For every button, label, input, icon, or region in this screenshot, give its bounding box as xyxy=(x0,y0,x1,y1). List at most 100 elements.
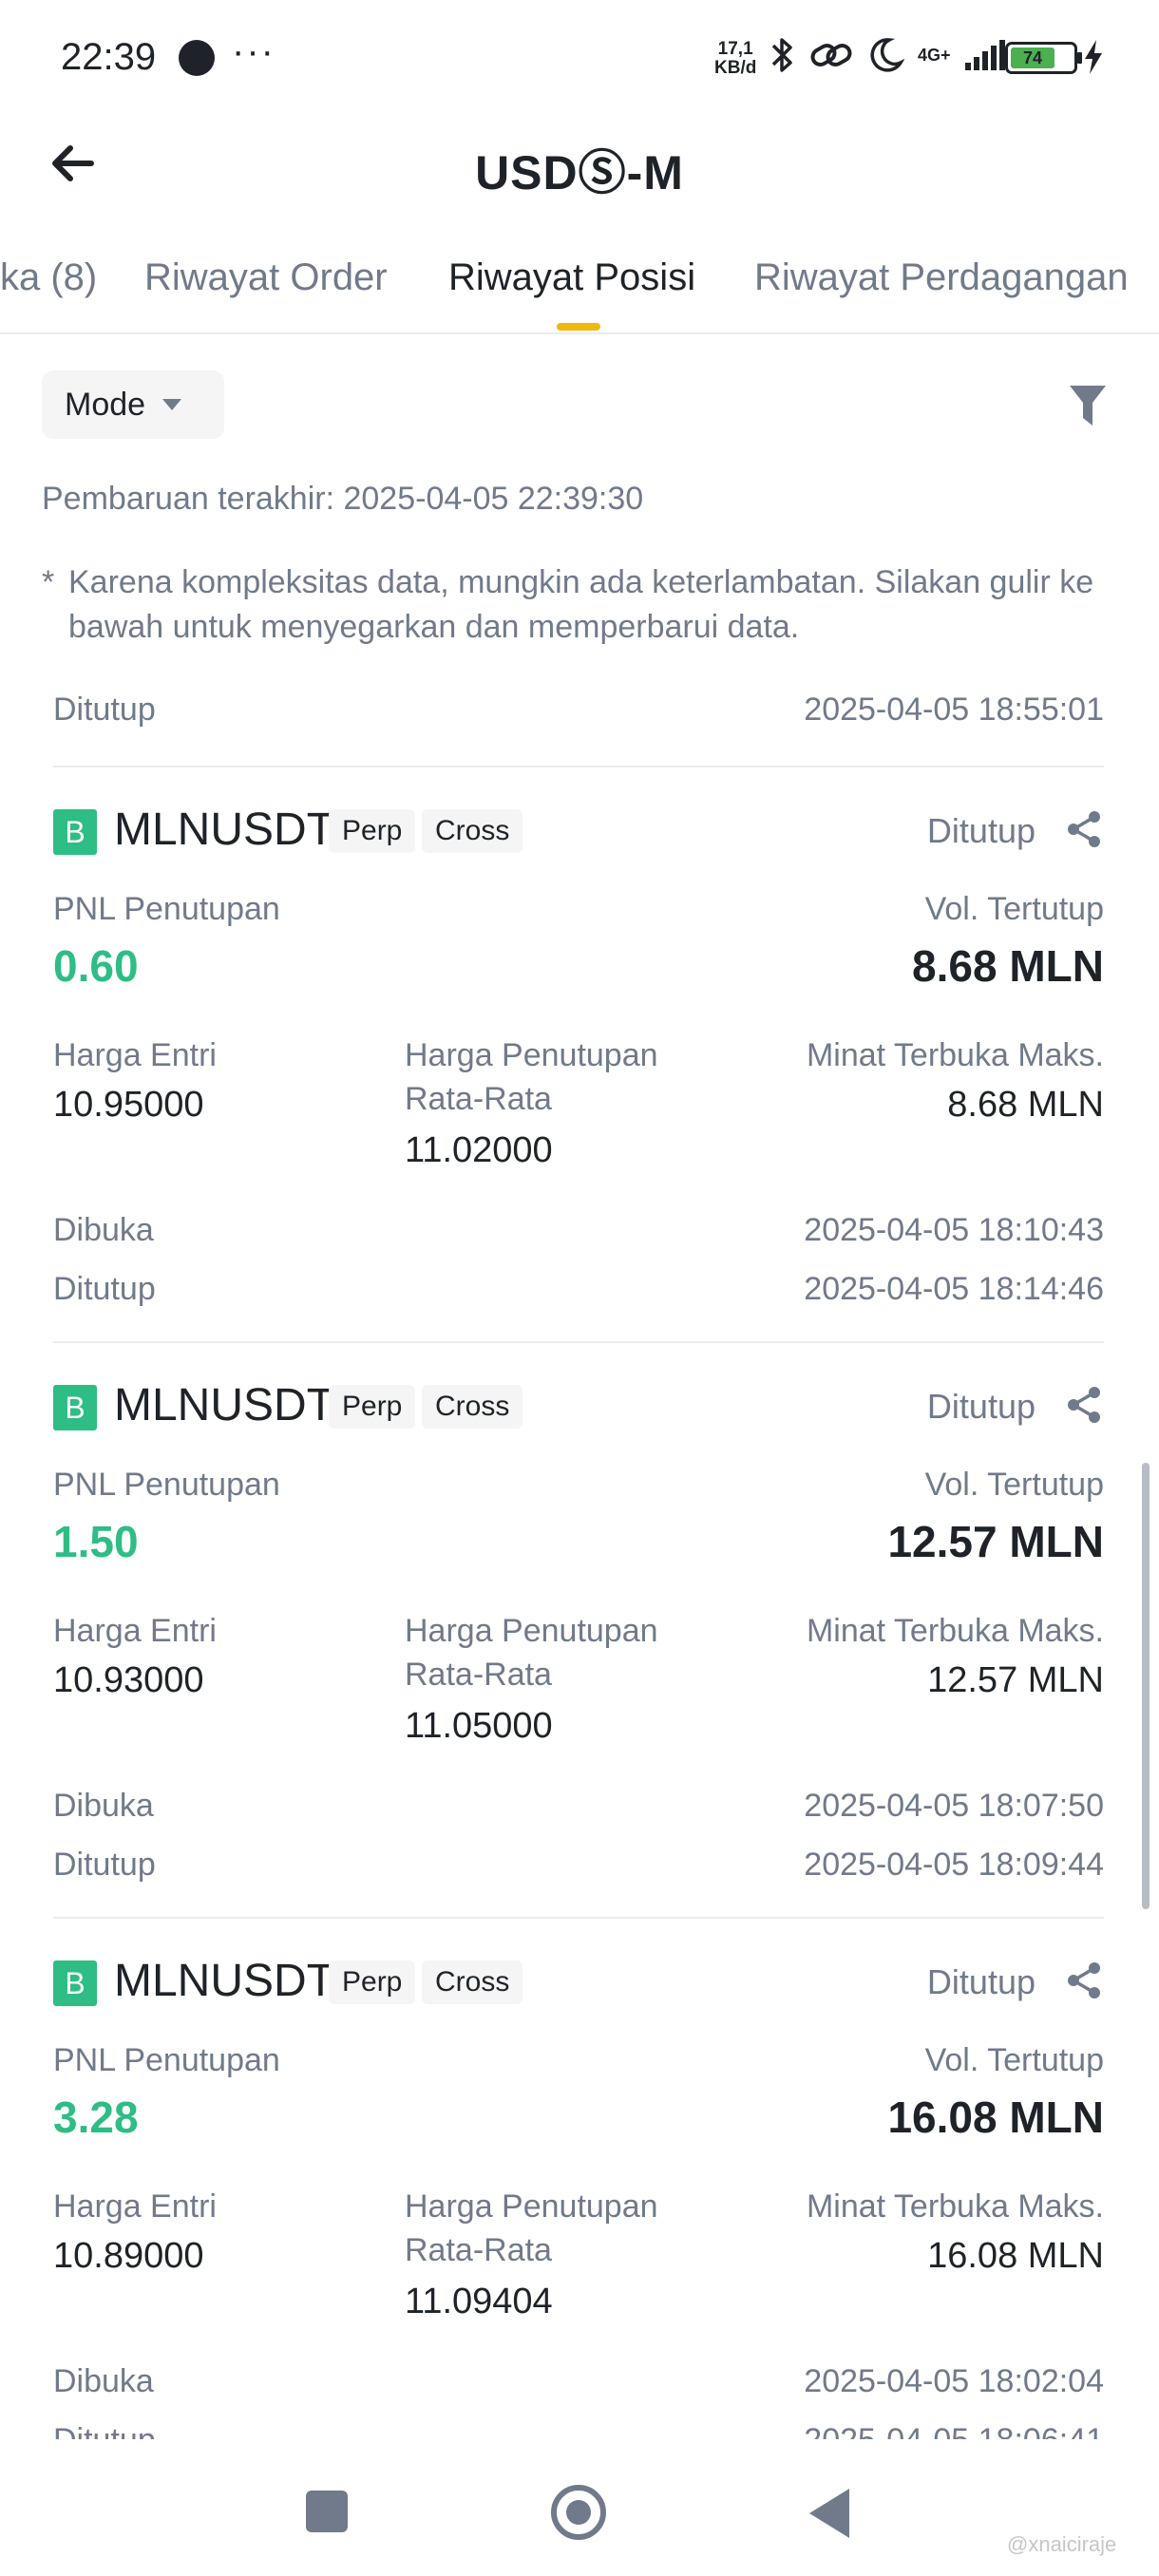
more-notifications-icon: ··· xyxy=(232,30,276,72)
pnl-value: 0.60 xyxy=(53,941,139,991)
notice-asterisk: * xyxy=(42,564,55,600)
position-status: Ditutup xyxy=(926,1962,1036,2001)
tab-open-orders[interactable]: ka (8) xyxy=(0,256,97,299)
closed-label: Ditutup xyxy=(53,1847,156,1883)
avg-close-label-line2: Rata-Rata xyxy=(405,1657,552,1693)
notification-dot-icon xyxy=(179,40,215,76)
cross-tag: Cross xyxy=(422,1960,523,2004)
entry-price-value: 10.89000 xyxy=(53,2236,204,2276)
recents-square-icon[interactable] xyxy=(306,2491,348,2532)
vol-value: 12.57 MLN xyxy=(887,1517,1104,1566)
previous-closed-label: Ditutup xyxy=(53,691,156,728)
symbol: MLNUSDT xyxy=(114,1956,335,2006)
share-icon[interactable] xyxy=(1064,809,1104,849)
closed-time: 2025-04-05 18:14:46 xyxy=(804,1271,1104,1307)
side-badge: B xyxy=(53,1960,97,2006)
notice-text: Karena kompleksitas data, mungkin ada ke… xyxy=(68,564,1094,645)
tab-order-history[interactable]: Riwayat Order xyxy=(144,256,388,299)
closed-time: 2025-04-05 18:06:41 xyxy=(804,2418,1104,2439)
app-header: USDⓈ-M xyxy=(0,114,1159,218)
avg-close-label: Harga Penutupan Rata-Rata xyxy=(405,2185,658,2272)
home-circle-icon[interactable] xyxy=(551,2485,606,2540)
avg-close-label: Harga Penutupan Rata-Rata xyxy=(405,1033,658,1121)
do-not-disturb-moon-icon xyxy=(870,38,904,72)
share-icon[interactable] xyxy=(1064,1385,1104,1425)
perp-tag: Perp xyxy=(329,809,416,853)
last-updated-text: Pembaruan terakhir: 2025-04-05 22:39:30 xyxy=(42,481,644,517)
card-divider xyxy=(53,1917,1104,1919)
tab-position-history[interactable]: Riwayat Posisi xyxy=(448,256,695,299)
position-card[interactable]: B MLNUSDT Perp Cross Ditutup PNL Penutup… xyxy=(53,1379,1104,1911)
max-oi-value: 12.57 MLN xyxy=(927,1660,1104,1700)
opened-time: 2025-04-05 18:07:50 xyxy=(804,1788,1104,1824)
opened-time: 2025-04-05 18:10:43 xyxy=(804,1212,1104,1248)
opened-label: Dibuka xyxy=(53,1788,154,1824)
vol-label: Vol. Tertutup xyxy=(924,2042,1104,2078)
status-icons: 4G+ xyxy=(770,36,1007,74)
opened-time: 2025-04-05 18:02:04 xyxy=(804,2363,1104,2399)
back-triangle-icon[interactable] xyxy=(809,2489,849,2538)
card-divider xyxy=(53,1341,1104,1343)
perp-tag: Perp xyxy=(329,1960,416,2004)
position-card-header: B MLNUSDT Perp Cross Ditutup xyxy=(53,804,1104,861)
position-card[interactable]: B MLNUSDT Perp Cross Ditutup PNL Penutup… xyxy=(53,804,1104,1335)
mode-dropdown[interactable]: Mode xyxy=(42,370,224,439)
max-oi-label: Minat Terbuka Maks. xyxy=(806,1037,1104,1073)
vol-value: 16.08 MLN xyxy=(887,2093,1104,2142)
link-icon xyxy=(810,44,852,66)
status-time: 22:39 xyxy=(61,36,157,78)
entry-price-value: 10.93000 xyxy=(53,1660,204,1700)
avg-close-label-line2: Rata-Rata xyxy=(405,2232,552,2268)
battery-level: 74 xyxy=(1011,47,1055,68)
caret-down-icon xyxy=(162,399,182,410)
max-oi-label: Minat Terbuka Maks. xyxy=(806,1613,1104,1649)
avg-close-value: 11.09404 xyxy=(405,2282,553,2321)
opened-label: Dibuka xyxy=(53,1212,154,1248)
vol-value: 8.68 MLN xyxy=(912,941,1104,991)
closed-label: Ditutup xyxy=(53,1271,156,1307)
signal-icon xyxy=(965,40,1005,70)
closed-time: 2025-04-05 18:09:44 xyxy=(804,1847,1104,1883)
network-speed: 17,1 KB/d xyxy=(714,40,756,78)
vol-label: Vol. Tertutup xyxy=(924,1467,1104,1503)
share-icon[interactable] xyxy=(1064,1960,1104,2000)
avg-close-label-line1: Harga Penutupan xyxy=(405,2188,658,2225)
mode-label: Mode xyxy=(65,386,146,423)
position-card-header: B MLNUSDT Perp Cross Ditutup xyxy=(53,1379,1104,1436)
network-speed-value: 17,1 xyxy=(717,39,753,59)
page-title: USDⓈ-M xyxy=(475,146,684,199)
scrollbar[interactable] xyxy=(1142,1463,1150,1909)
card-divider xyxy=(53,766,1104,767)
opened-label: Dibuka xyxy=(53,2363,154,2399)
avg-close-value: 11.05000 xyxy=(405,1706,553,1746)
symbol: MLNUSDT xyxy=(114,1380,335,1430)
avg-close-label-line1: Harga Penutupan xyxy=(405,1613,658,1649)
position-card[interactable]: B MLNUSDT Perp Cross Ditutup PNL Penutup… xyxy=(53,1955,1104,2439)
pnl-value: 1.50 xyxy=(53,1517,139,1566)
closed-label: Ditutup xyxy=(53,2418,156,2439)
avg-close-label: Harga Penutupan Rata-Rata xyxy=(405,1609,658,1696)
side-badge: B xyxy=(53,809,97,855)
avg-close-label-line1: Harga Penutupan xyxy=(405,1037,658,1073)
pnl-value: 3.28 xyxy=(53,2093,139,2142)
tab-trade-history[interactable]: Riwayat Perdagangan xyxy=(754,256,1129,299)
home-circle-inner xyxy=(566,2500,591,2525)
perp-tag: Perp xyxy=(329,1385,416,1429)
charging-bolt-icon xyxy=(1085,40,1102,74)
previous-closed-time: 2025-04-05 18:55:01 xyxy=(804,691,1104,728)
max-oi-value: 8.68 MLN xyxy=(947,1085,1104,1125)
avg-close-label-line2: Rata-Rata xyxy=(405,1081,552,1117)
side-badge: B xyxy=(53,1385,97,1430)
cross-tag: Cross xyxy=(422,809,523,853)
network-type: 4G+ xyxy=(918,46,951,65)
entry-price-label: Harga Entri xyxy=(53,2188,217,2225)
max-oi-label: Minat Terbuka Maks. xyxy=(806,2188,1104,2225)
filter-icon[interactable] xyxy=(1068,384,1108,427)
avg-close-value: 11.02000 xyxy=(405,1130,553,1170)
pnl-label: PNL Penutupan xyxy=(53,2042,280,2078)
battery-nub xyxy=(1077,52,1082,64)
position-card-header: B MLNUSDT Perp Cross Ditutup xyxy=(53,1955,1104,2012)
network-speed-unit: KB/d xyxy=(714,58,757,78)
symbol: MLNUSDT xyxy=(114,805,335,855)
system-nav-bar: @xnaiciraje xyxy=(0,2451,1159,2576)
